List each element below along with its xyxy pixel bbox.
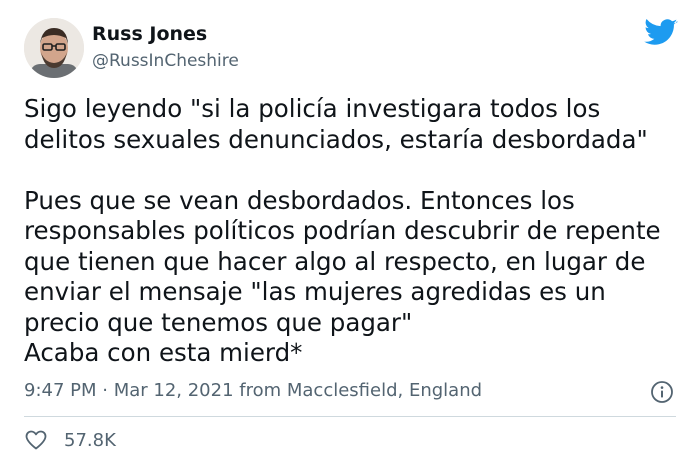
- heart-icon[interactable]: [24, 428, 48, 452]
- tweet-line: enviar el mensaje "las mujeres agredidas…: [24, 277, 606, 306]
- tweet-line: Pues que se vean desbordados. Entonces l…: [24, 185, 575, 215]
- avatar[interactable]: [24, 18, 84, 78]
- like-count: 57.8K: [64, 429, 116, 451]
- tweet-line: Acaba con esta mierd*: [24, 338, 303, 367]
- author-handle[interactable]: @RussInCheshire: [92, 51, 239, 71]
- tweet-timestamp-location[interactable]: 9:47 PM · Mar 12, 2021 from Macclesfield…: [24, 380, 482, 401]
- divider: [24, 416, 676, 417]
- twitter-bird-icon[interactable]: [644, 19, 678, 47]
- info-icon[interactable]: [650, 380, 674, 404]
- tweet-line: Sigo leyendo "si la policía investigara …: [24, 94, 601, 123]
- tweet-line: responsables políticos podrían descubrir…: [24, 216, 661, 245]
- tweet-text: Sigo leyendo "si la policía investigara …: [24, 94, 684, 369]
- avatar-image: [24, 18, 84, 78]
- tweet-line: precio que tenemos que pagar": [24, 307, 413, 337]
- tweet-line: delitos sexuales denunciados, estaría de…: [24, 124, 648, 154]
- like-action[interactable]: 57.8K: [24, 428, 116, 452]
- author-name[interactable]: Russ Jones: [92, 23, 207, 45]
- tweet-line: que tienen que hacer algo al respecto, e…: [24, 246, 646, 276]
